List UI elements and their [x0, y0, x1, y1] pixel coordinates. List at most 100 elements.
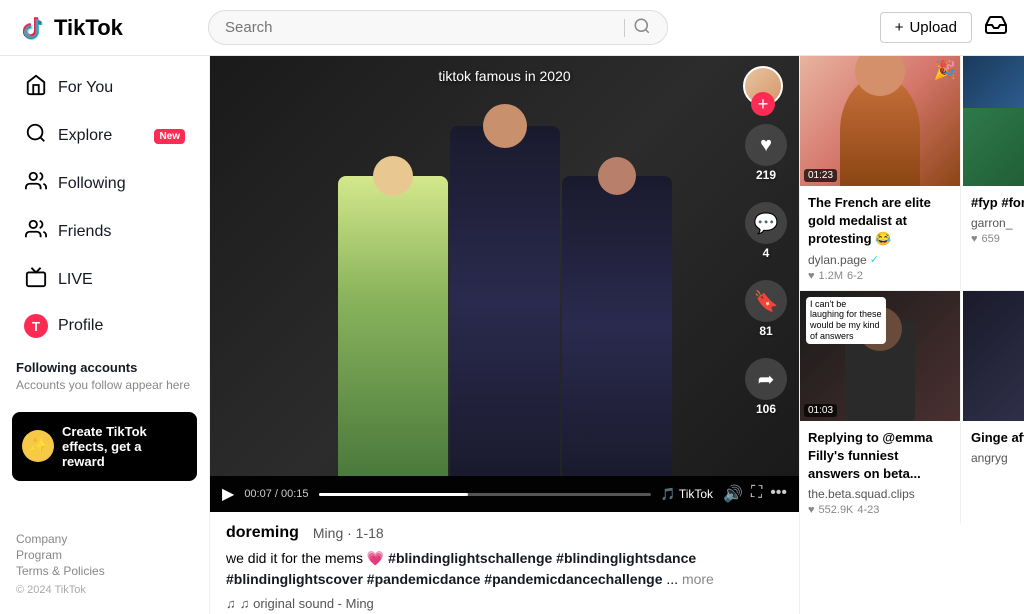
- sidebar-item-friends[interactable]: Friends: [8, 209, 201, 255]
- current-time: 00:07: [244, 488, 272, 500]
- like-button[interactable]: ♥ 219: [745, 124, 787, 182]
- bookmark-count: 81: [759, 324, 772, 338]
- time-display: 00:07 / 00:15: [244, 488, 308, 500]
- card1-comments: 6-2: [847, 270, 863, 282]
- comment-icon: 💬: [745, 202, 787, 244]
- volume-icon[interactable]: 🔊: [723, 484, 743, 504]
- thumbnail-3[interactable]: I can't be laughing for these would be m…: [800, 291, 960, 421]
- thumbnail-2[interactable]: [963, 56, 1024, 186]
- search-icon: [633, 17, 651, 35]
- hashtag-3[interactable]: #blindinglightscover: [226, 571, 367, 587]
- search-input[interactable]: [225, 19, 616, 36]
- more-options-icon[interactable]: •••: [770, 484, 787, 504]
- share-button[interactable]: ➦ 106: [745, 358, 787, 416]
- logo-area: TikTok: [16, 12, 196, 44]
- program-link[interactable]: Program: [16, 548, 193, 562]
- video-sound[interactable]: ♫ ♫ original sound - Ming: [226, 596, 783, 611]
- like-count: 219: [756, 168, 776, 182]
- company-link[interactable]: Company: [16, 532, 193, 546]
- card4-author-name[interactable]: angryg: [971, 451, 1008, 465]
- card2-title: #fyp #fory: [971, 194, 1024, 212]
- video-card-3: I can't be laughing for these would be m…: [800, 291, 961, 525]
- comment-button[interactable]: 💬 4: [745, 202, 787, 260]
- card1-likes: 1.2M: [819, 270, 843, 282]
- card3-duration: 01:03: [804, 404, 837, 417]
- follow-plus-button[interactable]: +: [751, 92, 775, 116]
- sidebar-item-for-you[interactable]: For You: [8, 65, 201, 111]
- card4-info: Ginge after bang... angryg: [963, 421, 1024, 525]
- right-panel: 🎉 01:23 The French are elite gold medali…: [800, 56, 1024, 614]
- terms-policies-link[interactable]: Terms & Policies: [16, 564, 193, 578]
- for-you-label: For You: [58, 79, 185, 97]
- live-icon: [24, 266, 48, 294]
- verified-icon: ✓: [870, 253, 879, 266]
- main-content: For You Explore New Following Friends: [0, 56, 1024, 614]
- card2-author-name[interactable]: garron_: [971, 216, 1012, 230]
- video-player: tiktok famous in 2020 +: [210, 56, 799, 512]
- sidebar-item-profile[interactable]: T Profile: [8, 305, 201, 347]
- hashtag-4[interactable]: #pandemicdance: [367, 571, 485, 587]
- bookmark-icon: 🔖: [745, 280, 787, 322]
- heart-icon: ♥: [808, 270, 815, 282]
- hashtag-1[interactable]: #blindinglightschallenge: [388, 550, 556, 566]
- bookmark-button[interactable]: 🔖 81: [745, 280, 787, 338]
- share-icon: ➦: [745, 358, 787, 400]
- fullscreen-icon[interactable]: ⛶: [751, 484, 762, 504]
- card3-comments: 4-23: [857, 504, 879, 516]
- live-label: LIVE: [58, 271, 185, 289]
- profile-label: Profile: [58, 317, 185, 335]
- video-figures: [338, 56, 672, 476]
- effects-icon: ✨: [22, 430, 54, 462]
- search-button[interactable]: [633, 17, 651, 38]
- card1-title: The French are elite gold medalist at pr…: [808, 194, 952, 249]
- video-info: doreming Ming · 1-18 we did it for the m…: [210, 512, 799, 614]
- inbox-icon: [984, 13, 1008, 37]
- video-thumbnail[interactable]: tiktok famous in 2020 +: [210, 56, 799, 476]
- play-button[interactable]: ▶: [222, 484, 234, 504]
- sidebar-item-live[interactable]: LIVE: [8, 257, 201, 303]
- explore-new-badge: New: [154, 129, 185, 144]
- top-card-row: 🎉 01:23 The French are elite gold medali…: [800, 56, 1024, 291]
- card1-author-name[interactable]: dylan.page: [808, 253, 867, 267]
- plus-icon: +: [895, 19, 904, 36]
- card4-title: Ginge after bang...: [971, 429, 1024, 447]
- video-feed: tiktok famous in 2020 +: [210, 56, 800, 614]
- sidebar-item-explore[interactable]: Explore New: [8, 113, 201, 159]
- profile-icon: T: [24, 314, 48, 338]
- card3-likes: 552.9K: [819, 504, 854, 516]
- thumbnail-1[interactable]: 🎉 01:23: [800, 56, 960, 186]
- video-card-2: #fyp #fory garron_ ♥ 659: [963, 56, 1024, 290]
- progress-bar[interactable]: [319, 493, 651, 496]
- share-count: 106: [756, 402, 776, 416]
- inbox-button[interactable]: [984, 13, 1008, 43]
- copyright-text: © 2024 TikTok: [16, 584, 86, 596]
- card2-stats: ♥ 659: [971, 233, 1024, 245]
- card3-author: the.beta.squad.clips: [808, 487, 952, 501]
- card3-author-name[interactable]: the.beta.squad.clips: [808, 487, 915, 501]
- logo-text: TikTok: [54, 15, 123, 41]
- hashtag-2[interactable]: #blindinglightsdance: [556, 550, 696, 566]
- ellipsis: ...: [666, 571, 682, 587]
- comment-count: 4: [763, 246, 770, 260]
- author-avatar[interactable]: +: [743, 66, 783, 106]
- friends-icon: [24, 218, 48, 246]
- card1-author: dylan.page ✓: [808, 253, 952, 267]
- upload-button[interactable]: + Upload: [880, 12, 972, 43]
- sidebar-item-following[interactable]: Following: [8, 161, 201, 207]
- thumbnail-4[interactable]: [963, 291, 1024, 421]
- hashtag-5[interactable]: #pandemicdancechallenge: [484, 571, 662, 587]
- create-effects-button[interactable]: ✨ Create TikTok effects, get a reward: [12, 412, 197, 481]
- heart-icon2: ♥: [971, 233, 978, 245]
- video-description: we did it for the mems 💗 #blindinglights…: [226, 548, 783, 590]
- more-link[interactable]: more: [682, 571, 714, 587]
- search-bar[interactable]: [208, 10, 668, 45]
- author-name[interactable]: doreming: [226, 524, 299, 542]
- card3-info: Replying to @emma Filly's funniest answe…: [800, 421, 960, 525]
- tiktok-logo-icon: [16, 12, 48, 44]
- tiktok-watermark: 🎵 TikTok: [661, 487, 713, 501]
- following-accounts-section: Following accounts Accounts you follow a…: [0, 348, 209, 400]
- control-icons: 🔊 ⛶ •••: [723, 484, 787, 504]
- video-container: tiktok famous in 2020 +: [210, 56, 799, 614]
- card1-info: The French are elite gold medalist at pr…: [800, 186, 960, 290]
- card1-duration: 01:23: [804, 169, 837, 182]
